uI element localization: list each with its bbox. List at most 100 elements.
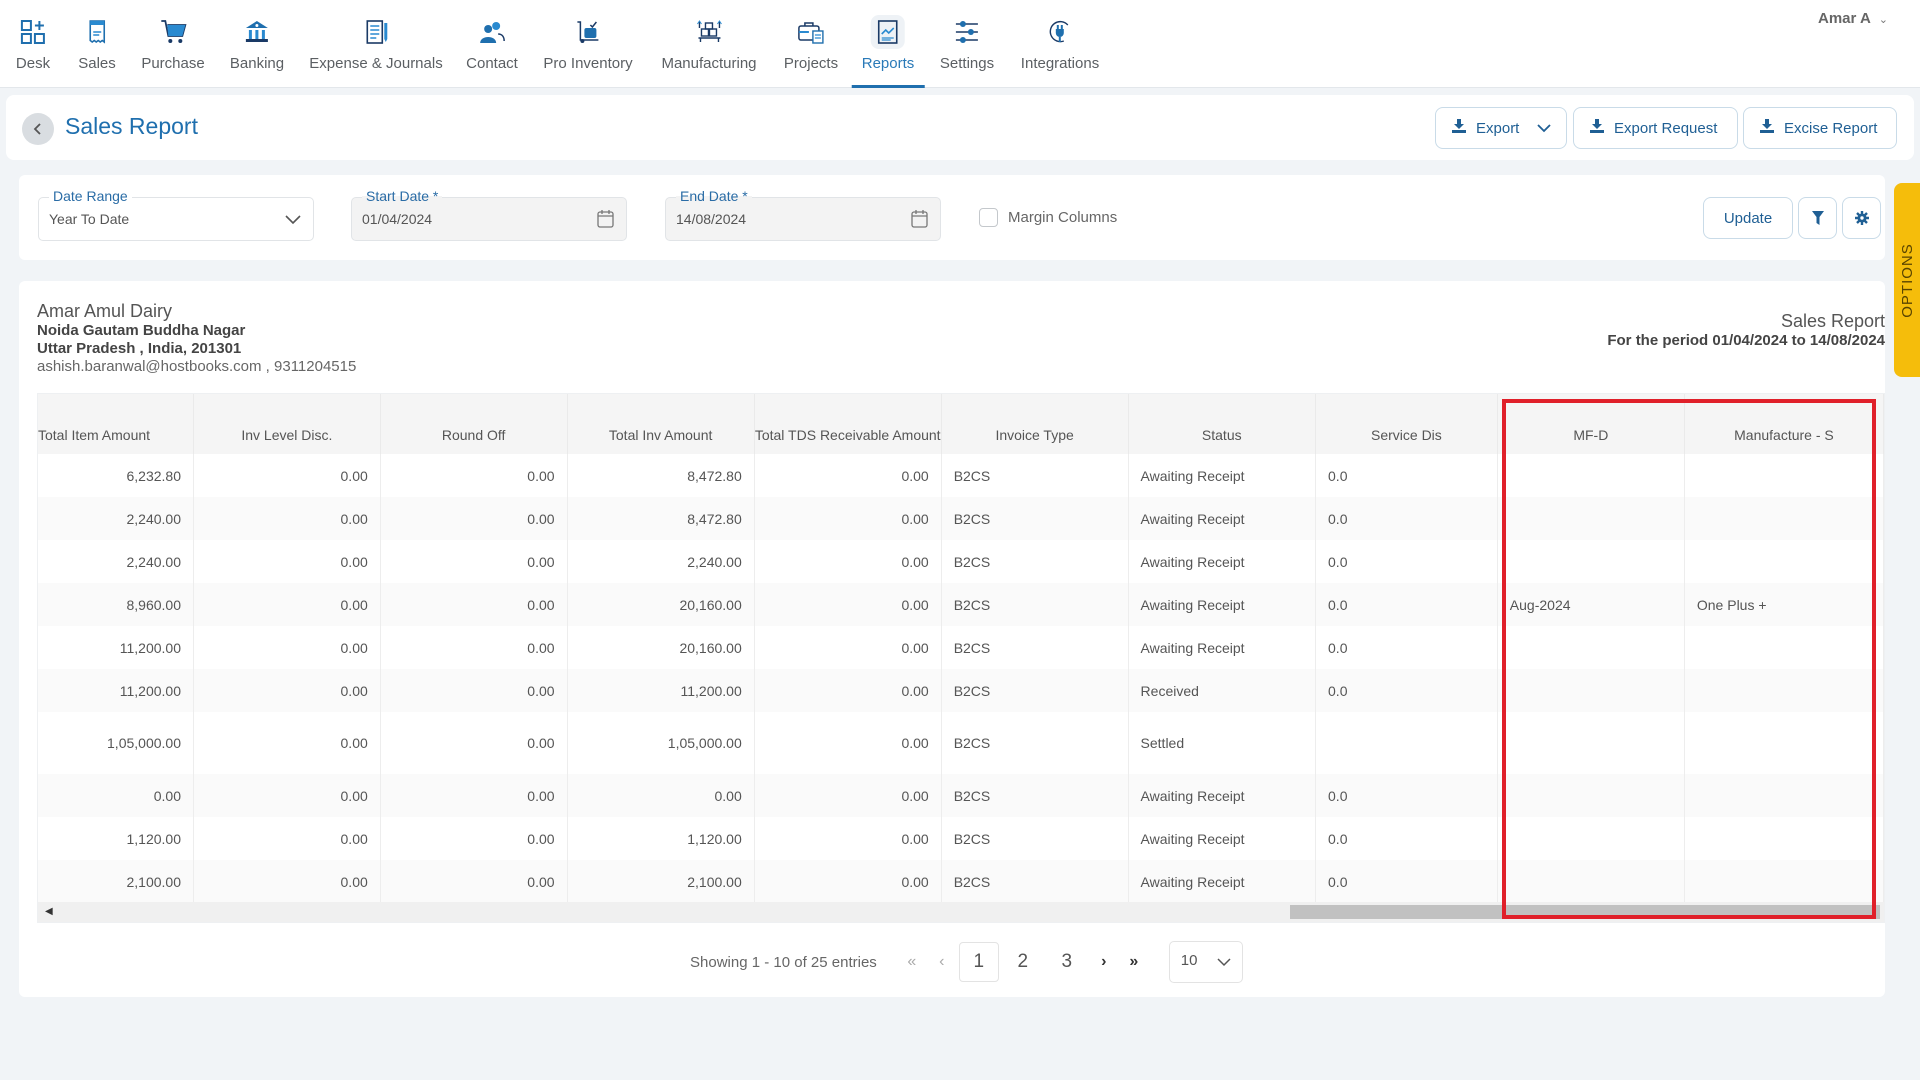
calendar-icon[interactable]	[597, 209, 614, 233]
update-button[interactable]: Update	[1703, 197, 1793, 239]
table-cell: Awaiting Receipt	[1128, 583, 1317, 626]
export-button[interactable]: Export	[1435, 107, 1567, 149]
table-cell: 11,200.00	[38, 626, 194, 669]
nav-item-contact[interactable]: Contact	[466, 0, 518, 88]
table-cell: 0.00	[754, 860, 942, 903]
scroll-left-icon[interactable]: ◀	[45, 906, 53, 917]
table-cell: 11,200.00	[38, 669, 194, 712]
user-menu[interactable]: Amar A ⌄	[1818, 10, 1888, 27]
table-cell: 2,240.00	[38, 497, 194, 540]
table-cell: 0.00	[193, 669, 381, 712]
column-header-round-off[interactable]: Round Off	[380, 394, 568, 454]
table-cell: 0.00	[193, 583, 381, 626]
nav-item-label: Manufacturing	[661, 55, 757, 72]
journal-icon	[359, 15, 393, 49]
table-cell: 0.00	[380, 860, 568, 903]
back-button[interactable]	[22, 113, 54, 145]
table-cell: 1,05,000.00	[567, 712, 755, 774]
nav-item-integrations[interactable]: Integrations	[1021, 0, 1099, 88]
table-cell: 2,100.00	[567, 860, 755, 903]
previous-page-button[interactable]: ‹	[929, 942, 955, 982]
table-cell: Awaiting Receipt	[1128, 540, 1317, 583]
nav-item-manufacturing[interactable]: Manufacturing	[661, 0, 757, 88]
nav-item-label: Reports	[861, 55, 915, 72]
column-header-total-item-amount[interactable]: Total Item Amount	[38, 394, 194, 454]
horizontal-scrollbar[interactable]: ◀	[38, 902, 1884, 922]
table-cell: 0.0	[1315, 540, 1498, 583]
column-header-manufacture-s[interactable]: Manufacture - S	[1684, 394, 1884, 454]
table-row[interactable]: 1,05,000.00 0.00 0.00 1,05,000.00 0.00 B2CS Se…	[38, 712, 1884, 774]
table-cell: 0.00	[193, 712, 381, 774]
filters-panel: Date Range Year To Date Start Date * 01/…	[19, 175, 1885, 260]
column-header-total-inv-amount[interactable]: Total Inv Amount	[567, 394, 755, 454]
table-row[interactable]: 11,200.00 0.00 0.00 11,200.00 0.00 B2CS Receiv…	[38, 669, 1884, 712]
pagination: Showing 1 - 10 of 25 entries « ‹ 123 › »…	[690, 941, 1243, 983]
table-row[interactable]: 2,240.00 0.00 0.00 2,240.00 0.00 B2CS Awaiting…	[38, 540, 1884, 583]
page-size-select[interactable]: 10	[1168, 941, 1243, 983]
nav-item-purchase[interactable]: Purchase	[141, 0, 205, 88]
start-date-field[interactable]: Start Date * 01/04/2024	[351, 188, 627, 241]
column-header-inv-level-disc[interactable]: Inv Level Disc.	[193, 394, 381, 454]
table-cell: 0.00	[754, 817, 942, 860]
page-button-2[interactable]: 2	[1003, 942, 1043, 982]
date-range-select[interactable]: Date Range Year To Date	[38, 188, 314, 241]
download-icon	[1590, 119, 1604, 137]
table-row[interactable]: 6,232.80 0.00 0.00 8,472.80 0.00 B2CS Awaiting…	[38, 454, 1884, 497]
page-button-3[interactable]: 3	[1047, 942, 1087, 982]
scrollbar-thumb[interactable]	[1290, 905, 1880, 919]
report-chart-icon	[871, 15, 905, 49]
margin-columns-checkbox[interactable]: Margin Columns	[979, 208, 1117, 227]
export-request-button[interactable]: Export Request	[1573, 107, 1738, 149]
table-cell: 0.0	[1315, 626, 1498, 669]
nav-item-label: Projects	[783, 55, 839, 72]
nav-item-expense-journals[interactable]: Expense & Journals	[309, 0, 443, 88]
page-button-1[interactable]: 1	[958, 942, 999, 982]
first-page-button[interactable]: «	[899, 942, 925, 982]
nav-item-desk[interactable]: Desk	[16, 0, 50, 88]
nav-item-pro-inventory[interactable]: Pro Inventory	[543, 0, 633, 88]
table-row[interactable]: 2,240.00 0.00 0.00 8,472.80 0.00 B2CS Awaiting…	[38, 497, 1884, 540]
table-row[interactable]: 2,100.00 0.00 0.00 2,100.00 0.00 B2CS Awaiting…	[38, 860, 1884, 903]
table-cell: 2,240.00	[567, 540, 755, 583]
table-cell: One Plus +	[1684, 583, 1884, 626]
nav-item-label: Purchase	[141, 55, 205, 72]
table-cell: B2CS	[941, 712, 1129, 774]
column-header-service-dis[interactable]: Service Dis	[1315, 394, 1498, 454]
table-cell	[1684, 712, 1884, 774]
table-cell: 0.00	[754, 712, 942, 774]
manufacturing-icon	[692, 15, 726, 49]
nav-item-projects[interactable]: Projects	[784, 0, 838, 88]
column-header-status[interactable]: Status	[1128, 394, 1317, 454]
table-cell: 0.00	[567, 774, 755, 817]
table-cell: 0.0	[1315, 774, 1498, 817]
table-row[interactable]: 0.00 0.00 0.00 0.00 0.00 B2CS Awaiting Receipt…	[38, 774, 1884, 817]
table-cell: Awaiting Receipt	[1128, 774, 1317, 817]
table-cell	[1684, 626, 1884, 669]
bank-icon	[240, 15, 274, 49]
table-cell: B2CS	[941, 540, 1129, 583]
end-date-field[interactable]: End Date * 14/08/2024	[665, 188, 941, 241]
nav-item-label: Contact	[466, 55, 518, 72]
last-page-button[interactable]: »	[1121, 942, 1147, 982]
excise-report-button[interactable]: Excise Report	[1743, 107, 1897, 149]
calendar-icon[interactable]	[911, 209, 928, 233]
nav-item-settings[interactable]: Settings	[940, 0, 994, 88]
options-side-tab[interactable]: OPTIONS	[1894, 183, 1920, 377]
table-row[interactable]: 11,200.00 0.00 0.00 20,160.00 0.00 B2CS Awaiti…	[38, 626, 1884, 669]
settings-button[interactable]	[1842, 197, 1881, 239]
next-page-button[interactable]: ›	[1091, 942, 1117, 982]
nav-item-banking[interactable]: Banking	[230, 0, 284, 88]
checkbox[interactable]	[979, 208, 998, 227]
filter-button[interactable]	[1798, 197, 1837, 239]
table-row[interactable]: 8,960.00 0.00 0.00 20,160.00 0.00 B2CS Awaitin…	[38, 583, 1884, 626]
column-header-mf-d[interactable]: MF-D	[1497, 394, 1685, 454]
table-cell: Awaiting Receipt	[1128, 454, 1317, 497]
column-header-invoice-type[interactable]: Invoice Type	[941, 394, 1129, 454]
sales-icon	[80, 15, 114, 49]
nav-item-sales[interactable]: Sales	[78, 0, 116, 88]
nav-item-reports[interactable]: Reports	[851, 0, 924, 88]
column-header-total-tds-receivable-amount[interactable]: Total TDS Receivable Amount	[754, 394, 942, 454]
table-cell	[1497, 774, 1685, 817]
table-cell	[1684, 454, 1884, 497]
table-row[interactable]: 1,120.00 0.00 0.00 1,120.00 0.00 B2CS Awaiting…	[38, 817, 1884, 860]
